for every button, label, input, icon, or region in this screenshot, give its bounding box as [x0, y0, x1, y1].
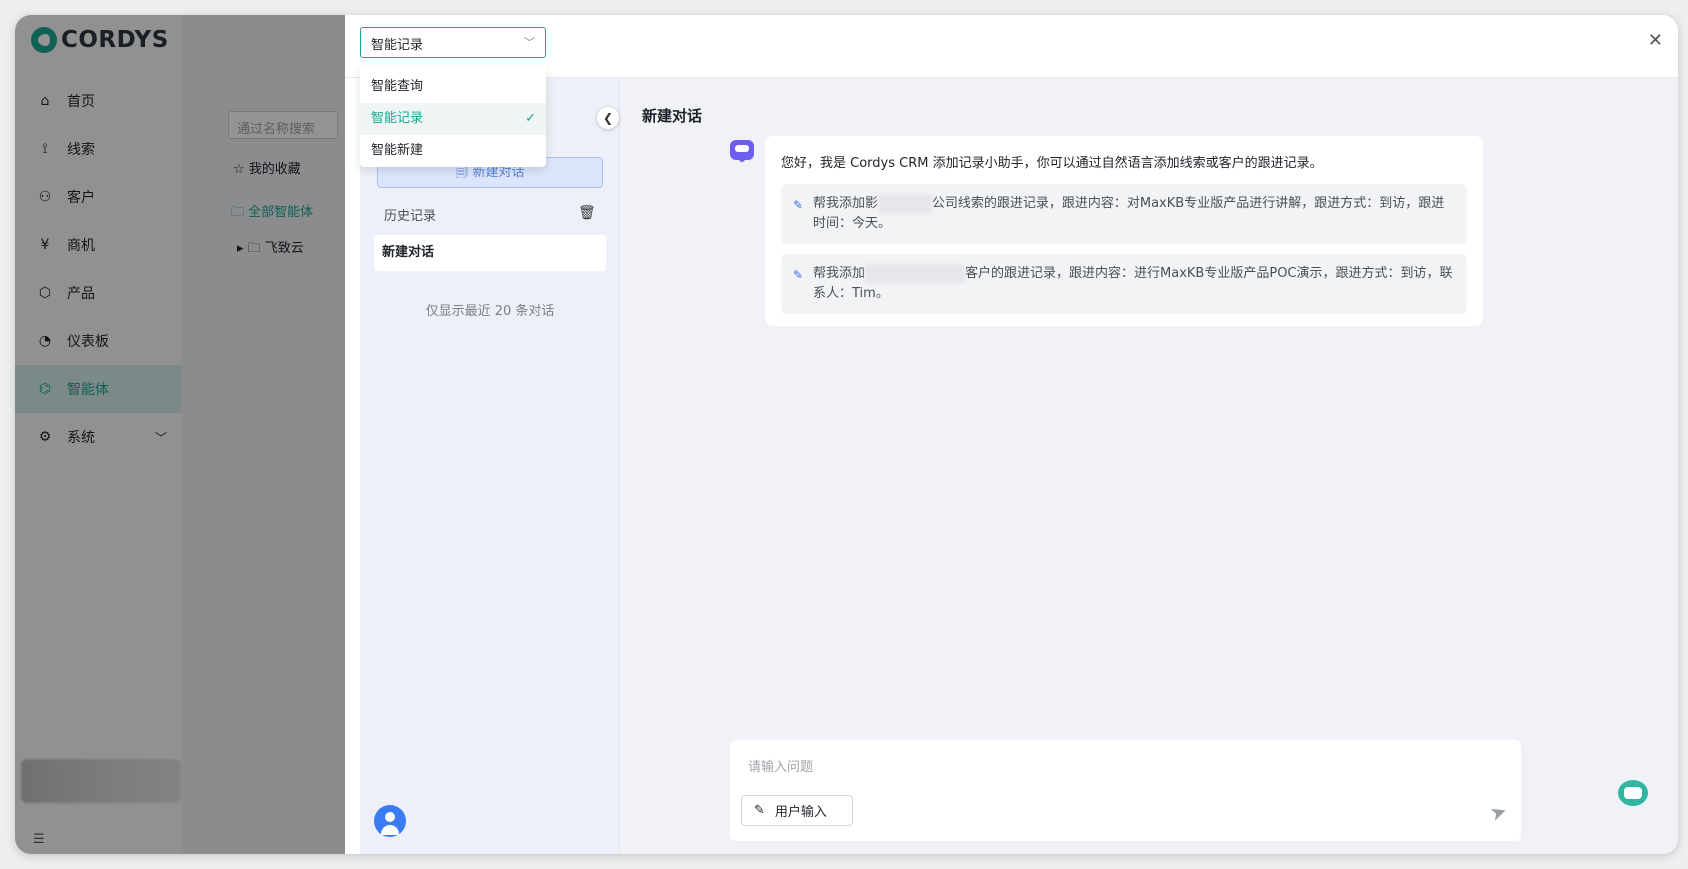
dropdown-option-label: 智能新建 [371, 143, 424, 158]
floating-assistant-icon[interactable] [1618, 780, 1648, 806]
agent-drawer: 智能记录 ﹀ ✕ 智能查询 智能记录 ✓ 智能新建 🗐 新建对话 历史记录 🗑 新建对… [345, 15, 1678, 854]
history-label: 历史记录 [384, 209, 437, 224]
history-note: 仅显示最近 20 条对话 [425, 304, 555, 319]
user-input-label: 用户输入 [774, 805, 827, 820]
trash-icon[interactable]: 🗑 [578, 205, 596, 221]
suggestion-prefix: 帮我添加影 [813, 196, 879, 211]
redacted-text: xxxxxxxxxxxxx [865, 264, 966, 284]
suggestion-item[interactable]: ✎ 帮我添加xxxxxxxxxxxxx客户的跟进记录，跟进内容：进行MaxKB专… [781, 254, 1467, 314]
dropdown-option[interactable]: 智能记录 ✓ [360, 103, 546, 135]
bot-avatar-icon [730, 140, 754, 162]
dropdown-option-label: 智能记录 [371, 111, 424, 126]
dropdown-option[interactable]: 智能新建 [360, 135, 546, 167]
greeting-text: 您好，我是 Cordys CRM 添加记录小助手，你可以通过自然语言添加线索或客… [781, 156, 1323, 171]
suggestion-item[interactable]: ✎ 帮我添加影xxxxxxx公司线索的跟进记录，跟进内容：对MaxKB专业版产品… [781, 184, 1467, 244]
agent-type-select[interactable]: 智能记录 ﹀ [360, 27, 546, 58]
chevron-left-icon[interactable]: ❮ [597, 107, 619, 129]
suggestion-prefix: 帮我添加 [813, 266, 866, 281]
bot-message: 您好，我是 Cordys CRM 添加记录小助手，你可以通过自然语言添加线索或客… [765, 136, 1483, 326]
modal-overlay[interactable] [15, 15, 345, 854]
avatar-head [385, 812, 395, 822]
close-icon[interactable]: ✕ [1648, 32, 1663, 50]
edit-icon: ✎ [793, 198, 804, 212]
dropdown-option-label: 智能查询 [371, 79, 424, 94]
avatar-body [381, 825, 399, 835]
edit-icon: ✎ [793, 268, 804, 282]
history-panel: 🗐 新建对话 历史记录 🗑 新建对话 仅显示最近 20 条对话 [360, 78, 620, 854]
pencil-icon: ✎ [754, 803, 765, 818]
app-window: CORDYS ⌂ 首页 ⟟ 线索 ⚇ 客户 ¥ 商机 ⬡ 产品 ◔ 仪表板 ⌬ 智能体 ⚙ 系统 ﹀ ☰ 通过名… [15, 15, 1678, 854]
user-input-button[interactable]: ✎ 用户输入 [741, 795, 853, 826]
chat-title: 新建对话 [642, 107, 703, 125]
agent-type-dropdown: 智能查询智能记录 ✓ 智能新建 [360, 67, 546, 167]
session-item[interactable]: 新建对话 [374, 235, 606, 271]
send-icon[interactable]: ➤ [1487, 798, 1511, 826]
chat-input-box[interactable]: 请输入问题 ✎ 用户输入 ➤ [730, 740, 1521, 841]
chat-area: 新建对话 您好，我是 Cordys CRM 添加记录小助手，你可以通过自然语言添… [620, 78, 1678, 854]
chevron-down-icon: ﹀ [524, 36, 535, 49]
check-icon: ✓ [525, 111, 536, 126]
dropdown-option[interactable]: 智能查询 [360, 71, 546, 103]
chat-input[interactable]: 请输入问题 [748, 756, 813, 775]
redacted-text: xxxxxxx [878, 194, 932, 214]
agent-type-select-value: 智能记录 [371, 38, 424, 53]
user-avatar[interactable] [374, 805, 406, 837]
background-app: CORDYS ⌂ 首页 ⟟ 线索 ⚇ 客户 ¥ 商机 ⬡ 产品 ◔ 仪表板 ⌬ 智能体 ⚙ 系统 ﹀ ☰ 通过名… [15, 15, 345, 854]
